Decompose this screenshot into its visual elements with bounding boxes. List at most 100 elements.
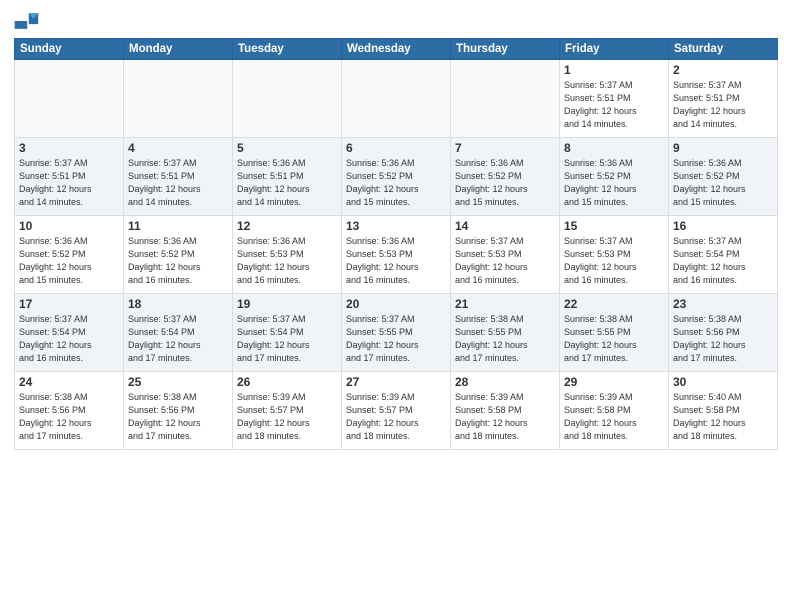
day-info: Sunrise: 5:37 AMSunset: 5:51 PMDaylight:… [564,79,664,131]
calendar-cell: 30 Sunrise: 5:40 AMSunset: 5:58 PMDayligh… [669,372,778,450]
day-number: 5 [237,141,337,155]
day-number: 30 [673,375,773,389]
calendar-cell: 8 Sunrise: 5:36 AMSunset: 5:52 PMDaylight… [560,138,669,216]
day-info: Sunrise: 5:36 AMSunset: 5:52 PMDaylight:… [564,157,664,209]
page: SundayMondayTuesdayWednesdayThursdayFrid… [0,0,792,612]
day-info: Sunrise: 5:40 AMSunset: 5:58 PMDaylight:… [673,391,773,443]
day-info: Sunrise: 5:38 AMSunset: 5:56 PMDaylight:… [128,391,228,443]
calendar-cell: 29 Sunrise: 5:39 AMSunset: 5:58 PMDayligh… [560,372,669,450]
calendar-table: SundayMondayTuesdayWednesdayThursdayFrid… [14,38,778,450]
day-number: 18 [128,297,228,311]
calendar-cell: 2 Sunrise: 5:37 AMSunset: 5:51 PMDaylight… [669,60,778,138]
day-number: 2 [673,63,773,77]
day-number: 23 [673,297,773,311]
calendar-cell: 1 Sunrise: 5:37 AMSunset: 5:51 PMDaylight… [560,60,669,138]
week-row-4: 17 Sunrise: 5:37 AMSunset: 5:54 PMDayligh… [15,294,778,372]
day-number: 1 [564,63,664,77]
day-info: Sunrise: 5:36 AMSunset: 5:53 PMDaylight:… [237,235,337,287]
calendar-cell: 4Sunrise: 5:37 AMSunset: 5:51 PMDaylight… [124,138,233,216]
calendar-cell: 19 Sunrise: 5:37 AMSunset: 5:54 PMDayligh… [233,294,342,372]
calendar-cell [342,60,451,138]
calendar-cell [15,60,124,138]
week-row-3: 10 Sunrise: 5:36 AMSunset: 5:52 PMDayligh… [15,216,778,294]
calendar-cell [124,60,233,138]
calendar-cell: 26 Sunrise: 5:39 AMSunset: 5:57 PMDayligh… [233,372,342,450]
day-info: Sunrise: 5:36 AMSunset: 5:52 PMDaylight:… [455,157,555,209]
calendar-cell: 12 Sunrise: 5:36 AMSunset: 5:53 PMDayligh… [233,216,342,294]
weekday-header-friday: Friday [560,39,669,60]
day-info: Sunrise: 5:37 AMSunset: 5:53 PMDaylight:… [455,235,555,287]
calendar-cell: 10 Sunrise: 5:36 AMSunset: 5:52 PMDayligh… [15,216,124,294]
calendar-cell: 16Sunrise: 5:37 AMSunset: 5:54 PMDayligh… [669,216,778,294]
calendar-cell: 13 Sunrise: 5:36 AMSunset: 5:53 PMDayligh… [342,216,451,294]
day-number: 27 [346,375,446,389]
calendar-cell: 7 Sunrise: 5:36 AMSunset: 5:52 PMDaylight… [451,138,560,216]
day-number: 26 [237,375,337,389]
day-number: 14 [455,219,555,233]
logo [14,10,44,32]
header [14,10,778,32]
calendar-cell [233,60,342,138]
weekday-header-tuesday: Tuesday [233,39,342,60]
day-number: 28 [455,375,555,389]
calendar-cell [451,60,560,138]
logo-icon [14,10,42,32]
calendar-cell: 3Sunrise: 5:37 AMSunset: 5:51 PMDaylight… [15,138,124,216]
calendar-cell: 23 Sunrise: 5:38 AMSunset: 5:56 PMDayligh… [669,294,778,372]
day-number: 3 [19,141,119,155]
calendar-cell: 27 Sunrise: 5:39 AMSunset: 5:57 PMDayligh… [342,372,451,450]
calendar-cell: 20Sunrise: 5:37 AMSunset: 5:55 PMDayligh… [342,294,451,372]
day-number: 13 [346,219,446,233]
day-number: 21 [455,297,555,311]
weekday-header-wednesday: Wednesday [342,39,451,60]
calendar-cell: 22 Sunrise: 5:38 AMSunset: 5:55 PMDayligh… [560,294,669,372]
day-number: 6 [346,141,446,155]
calendar-cell: 24Sunrise: 5:38 AMSunset: 5:56 PMDayligh… [15,372,124,450]
calendar-cell: 6 Sunrise: 5:36 AMSunset: 5:52 PMDaylight… [342,138,451,216]
day-number: 22 [564,297,664,311]
day-info: Sunrise: 5:36 AMSunset: 5:52 PMDaylight:… [19,235,119,287]
day-info: Sunrise: 5:39 AMSunset: 5:58 PMDaylight:… [564,391,664,443]
day-info: Sunrise: 5:39 AMSunset: 5:57 PMDaylight:… [346,391,446,443]
day-number: 8 [564,141,664,155]
day-number: 24 [19,375,119,389]
day-info: Sunrise: 5:37 AMSunset: 5:54 PMDaylight:… [19,313,119,365]
calendar-cell: 21 Sunrise: 5:38 AMSunset: 5:55 PMDayligh… [451,294,560,372]
day-info: Sunrise: 5:36 AMSunset: 5:52 PMDaylight:… [128,235,228,287]
day-number: 7 [455,141,555,155]
day-number: 25 [128,375,228,389]
day-number: 11 [128,219,228,233]
day-number: 10 [19,219,119,233]
day-number: 29 [564,375,664,389]
day-info: Sunrise: 5:36 AMSunset: 5:52 PMDaylight:… [346,157,446,209]
weekday-header-sunday: Sunday [15,39,124,60]
day-info: Sunrise: 5:37 AMSunset: 5:53 PMDaylight:… [564,235,664,287]
day-info: Sunrise: 5:36 AMSunset: 5:53 PMDaylight:… [346,235,446,287]
day-number: 4 [128,141,228,155]
calendar-cell: 5 Sunrise: 5:36 AMSunset: 5:51 PMDaylight… [233,138,342,216]
calendar-cell: 18 Sunrise: 5:37 AMSunset: 5:54 PMDayligh… [124,294,233,372]
day-info: Sunrise: 5:38 AMSunset: 5:55 PMDaylight:… [455,313,555,365]
day-number: 12 [237,219,337,233]
day-info: Sunrise: 5:36 AMSunset: 5:51 PMDaylight:… [237,157,337,209]
calendar-cell: 14 Sunrise: 5:37 AMSunset: 5:53 PMDayligh… [451,216,560,294]
day-info: Sunrise: 5:37 AMSunset: 5:55 PMDaylight:… [346,313,446,365]
day-number: 16 [673,219,773,233]
day-info: Sunrise: 5:37 AMSunset: 5:54 PMDaylight:… [237,313,337,365]
day-number: 15 [564,219,664,233]
day-info: Sunrise: 5:37 AMSunset: 5:54 PMDaylight:… [128,313,228,365]
calendar-cell: 17 Sunrise: 5:37 AMSunset: 5:54 PMDayligh… [15,294,124,372]
day-number: 17 [19,297,119,311]
day-info: Sunrise: 5:38 AMSunset: 5:55 PMDaylight:… [564,313,664,365]
week-row-1: 1 Sunrise: 5:37 AMSunset: 5:51 PMDaylight… [15,60,778,138]
weekday-header-saturday: Saturday [669,39,778,60]
day-info: Sunrise: 5:39 AMSunset: 5:58 PMDaylight:… [455,391,555,443]
week-row-2: 3Sunrise: 5:37 AMSunset: 5:51 PMDaylight… [15,138,778,216]
day-number: 19 [237,297,337,311]
week-row-5: 24 Sunrise: 5:38 AMSunset: 5:56 PMDayligh… [15,372,778,450]
calendar-cell: 28 Sunrise: 5:39 AMSunset: 5:58 PMDayligh… [451,372,560,450]
day-info: Sunrise: 5:37 AMSunset: 5:51 PMDaylight:… [673,79,773,131]
day-info: Sunrise: 5:38 AMSunset: 5:56 PMDaylight:… [673,313,773,365]
weekday-header-monday: Monday [124,39,233,60]
day-info: Sunrise: 5:39 AMSunset: 5:57 PMDaylight:… [237,391,337,443]
